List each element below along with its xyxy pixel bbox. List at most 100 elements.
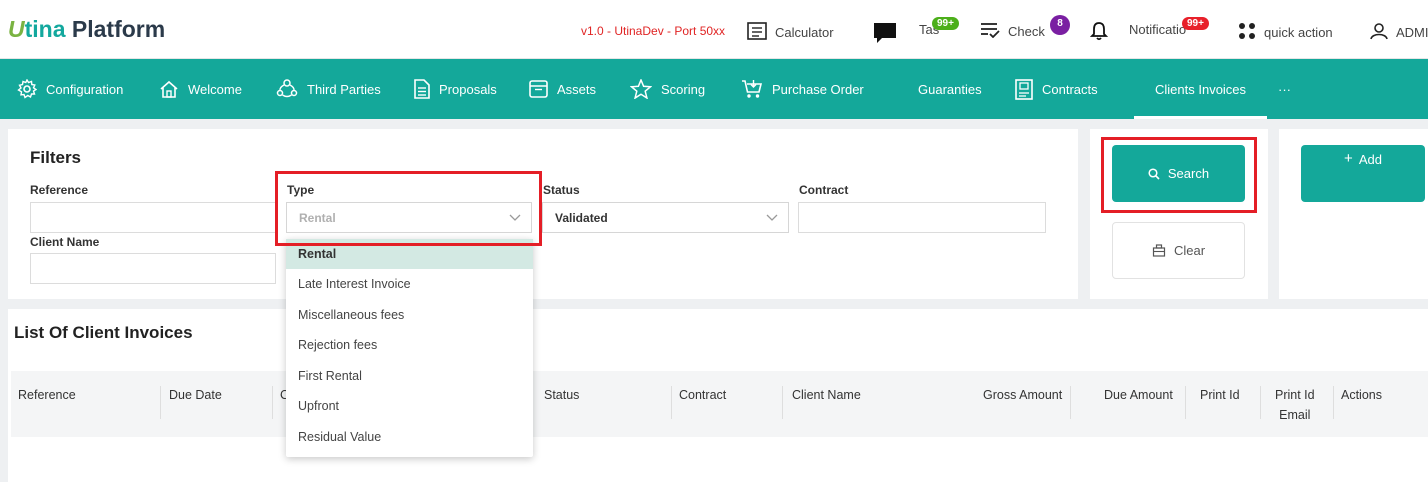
col-print-id-email-line2: Email	[1279, 408, 1311, 422]
type-option-miscellaneous-fees[interactable]: Miscellaneous fees	[286, 300, 533, 330]
col-print-id-email[interactable]: Print Id Email	[1275, 385, 1315, 425]
version-label: v1.0 - UtinaDev - Port 50xx	[581, 24, 726, 38]
nav-label: Contracts	[1042, 81, 1098, 97]
bell-icon	[1089, 21, 1109, 44]
col-status[interactable]: Status	[544, 385, 579, 405]
type-option-first-rental[interactable]: First Rental	[286, 361, 533, 391]
status-select[interactable]: Validated	[542, 202, 789, 233]
clear-button-label: Clear	[1173, 243, 1206, 258]
contract-label: Contract	[799, 183, 849, 197]
clear-button[interactable]: Clear	[1112, 222, 1245, 279]
col-due-date[interactable]: Due Date	[169, 385, 222, 405]
notifications-badge: 99+	[1182, 17, 1209, 30]
nav-assets[interactable]: Assets	[529, 59, 596, 119]
col-client-name[interactable]: Client Name	[792, 385, 861, 405]
invoices-list-panel: List Of Client Invoices Reference Due Da…	[8, 309, 1428, 482]
col-actions[interactable]: Actions	[1341, 385, 1382, 405]
column-divider	[1260, 386, 1261, 419]
calculator-icon	[747, 22, 767, 43]
column-divider	[272, 386, 273, 419]
contract-icon	[1015, 78, 1033, 100]
nav-scoring[interactable]: Scoring	[630, 59, 705, 119]
client-name-input[interactable]	[30, 253, 276, 284]
app-logo[interactable]: Utina Platform	[8, 16, 165, 43]
add-button-label: Add	[1358, 152, 1382, 167]
col-gross-amount[interactable]: Gross Amount	[983, 385, 1062, 405]
column-divider	[782, 386, 783, 419]
type-highlight-box	[275, 171, 542, 246]
user-label: ADMI	[1396, 25, 1428, 40]
nav-clients-invoices[interactable]: Clients Invoices	[1134, 59, 1268, 119]
list-title: List Of Client Invoices	[14, 323, 193, 342]
box-icon	[529, 80, 548, 98]
nav-label: Proposals	[439, 81, 497, 97]
logo-u: U	[8, 16, 25, 42]
nav-welcome[interactable]: Welcome	[159, 59, 242, 119]
user-menu[interactable]: ADMI	[1370, 22, 1428, 43]
col-reference[interactable]: Reference	[18, 385, 76, 405]
column-divider	[671, 386, 672, 419]
table-header: Reference Due Date C Status Contract Cli…	[11, 371, 1428, 437]
chevron-down-icon	[766, 214, 778, 221]
quick-action-button[interactable]: quick action	[1238, 22, 1333, 43]
nav-label: Assets	[557, 81, 597, 97]
notifications-label: Notificatio	[1129, 22, 1187, 37]
star-icon	[630, 79, 652, 99]
nav-purchase-order[interactable]: Purchase Order	[741, 59, 864, 119]
tasks-badge: 99+	[932, 17, 959, 30]
grid-dots-icon	[1238, 22, 1256, 43]
reference-label: Reference	[30, 183, 89, 197]
calculator-label: Calculator	[775, 25, 834, 40]
reference-input[interactable]	[30, 202, 276, 233]
top-bar: Utina Platform v1.0 - UtinaDev - Port 50…	[0, 0, 1428, 59]
nav-contracts[interactable]: Contracts	[1015, 59, 1098, 119]
column-divider	[1070, 386, 1071, 419]
col-print-id[interactable]: Print Id	[1200, 385, 1240, 405]
column-divider	[160, 386, 161, 419]
document-icon	[414, 79, 430, 99]
col-contract[interactable]: Contract	[679, 385, 726, 405]
nav-more[interactable]: ···	[1278, 59, 1291, 119]
logo-platform: Platform	[71, 16, 166, 42]
chat-button[interactable]	[873, 22, 897, 47]
eraser-icon	[1152, 244, 1166, 257]
cart-icon	[742, 80, 763, 98]
people-icon	[276, 79, 298, 98]
nav-configuration[interactable]: Configuration	[17, 59, 123, 119]
type-option-upfront[interactable]: Upfront	[286, 391, 533, 421]
nav-label: Third Parties	[307, 81, 381, 97]
check-button[interactable]: Check	[980, 22, 1045, 41]
quick-action-label: quick action	[1264, 25, 1333, 40]
plus-icon: +	[1344, 150, 1353, 167]
col-print-id-email-line1: Print Id	[1275, 388, 1315, 402]
contract-input[interactable]	[798, 202, 1046, 233]
gear-icon	[17, 79, 37, 99]
chat-icon	[873, 22, 897, 47]
nav-proposals[interactable]: Proposals	[414, 59, 497, 119]
filters-title: Filters	[30, 148, 82, 167]
notifications-bell-button[interactable]	[1089, 21, 1109, 44]
client-name-label: Client Name	[30, 235, 100, 249]
nav-guaranties[interactable]: Guaranties	[918, 59, 982, 119]
search-highlight-box	[1101, 137, 1257, 213]
type-option-rejection-fees[interactable]: Rejection fees	[286, 330, 533, 360]
nav-label: Guaranties	[918, 81, 982, 97]
column-divider	[1333, 386, 1334, 419]
more-icon: ···	[1278, 81, 1291, 97]
check-label: Check	[1008, 24, 1045, 39]
type-option-residual-value[interactable]: Residual Value	[286, 422, 533, 452]
nav-label: Configuration	[46, 81, 124, 97]
home-icon	[160, 80, 178, 98]
col-due-amount[interactable]: Due Amount	[1104, 385, 1173, 405]
notifications-button[interactable]: Notificatio	[1129, 22, 1186, 37]
nav-label: Purchase Order	[772, 81, 864, 97]
nav-third-parties[interactable]: Third Parties	[276, 59, 381, 119]
calculator-button[interactable]: Calculator	[747, 22, 834, 43]
type-dropdown-menu: Rental Late Interest Invoice Miscellaneo…	[286, 239, 533, 457]
status-select-value: Validated	[555, 210, 608, 225]
column-divider	[1185, 386, 1186, 419]
add-button[interactable]: + Add	[1301, 145, 1425, 202]
type-option-late-interest-invoice[interactable]: Late Interest Invoice	[286, 269, 533, 299]
status-label: Status	[543, 183, 580, 197]
check-badge: 8	[1050, 15, 1070, 35]
